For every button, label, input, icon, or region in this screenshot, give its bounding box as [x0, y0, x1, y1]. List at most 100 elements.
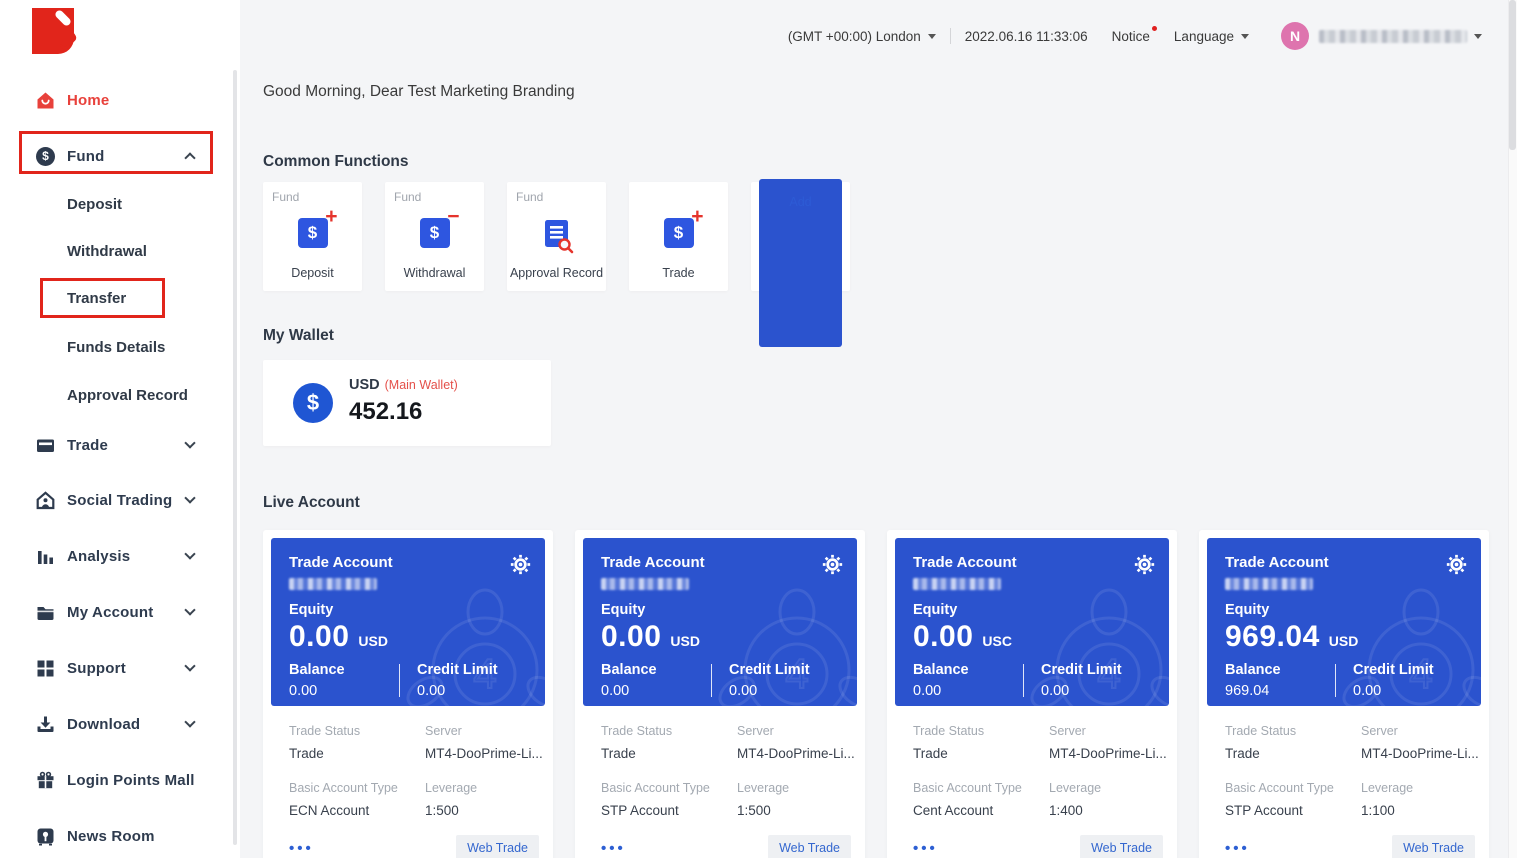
sidebar-item-news-room[interactable]: News Room	[0, 818, 240, 854]
sidebar-item-login-points-mall[interactable]: Login Points Mall	[0, 762, 240, 798]
gear-icon[interactable]	[822, 554, 843, 578]
document-search-icon	[539, 218, 575, 259]
shortcut-card-withdrawal[interactable]: Fund $− Withdrawal	[385, 182, 484, 291]
balance-value: 0.00	[289, 683, 399, 699]
sidebar-item-trade[interactable]: Trade	[0, 427, 240, 463]
shortcut-card-deposit[interactable]: Fund $+ Deposit	[263, 182, 362, 291]
chevron-down-icon[interactable]	[184, 604, 195, 615]
live-account-card-1: Trade Account Equity 0.00 USD Balance0.0…	[263, 530, 553, 858]
credit-limit-value: 0.00	[417, 683, 527, 699]
live-account-card-2: Trade Account Equity 0.00 USD Balance0.0…	[575, 530, 865, 858]
gear-icon[interactable]	[1446, 554, 1467, 578]
chevron-down-icon[interactable]	[184, 437, 195, 448]
balance-value: 0.00	[601, 683, 711, 699]
sidebar-item-home[interactable]: Home	[0, 82, 240, 118]
sidebar-item-fund[interactable]: $ Fund	[0, 138, 240, 174]
credit-limit-value: 0.00	[1353, 683, 1463, 699]
server-value: MT4-DooPrime-Li...	[425, 746, 553, 761]
dollar-plus-icon: $+	[298, 218, 328, 248]
dollar-minus-icon: $−	[420, 218, 450, 248]
trade-account-title: Trade Account	[289, 554, 527, 571]
leverage-value: 1:500	[737, 803, 865, 818]
page-scrollbar-thumb[interactable]	[1509, 0, 1516, 150]
live-account-row: Trade Account Equity 0.00 USD Balance0.0…	[263, 530, 1489, 858]
web-trade-button[interactable]: Web Trade	[456, 835, 539, 858]
web-trade-button[interactable]: Web Trade	[1392, 835, 1475, 858]
doo-prime-logo[interactable]	[27, 8, 83, 60]
equity-currency: USD	[358, 633, 388, 649]
shortcut-card-trade[interactable]: $+ Trade	[629, 182, 728, 291]
chevron-down-icon[interactable]	[184, 492, 195, 503]
main-content: Good Morning, Dear Test Marketing Brandi…	[240, 0, 1508, 858]
section-title-common-functions: Common Functions	[263, 153, 409, 171]
page-scrollbar[interactable]	[1508, 0, 1517, 858]
gift-icon	[36, 771, 55, 790]
account-number-redacted	[601, 578, 689, 590]
section-title-my-wallet: My Wallet	[263, 327, 334, 345]
equity-currency: USC	[982, 633, 1012, 649]
analysis-icon	[36, 547, 55, 566]
trade-icon	[36, 436, 55, 455]
social-trading-icon	[36, 491, 55, 510]
server-value: MT4-DooPrime-Li...	[737, 746, 865, 761]
equity-currency: USD	[1329, 633, 1359, 649]
support-icon	[36, 659, 55, 678]
shortcut-card-add[interactable]: + Add	[751, 182, 850, 291]
leverage-value: 1:500	[425, 803, 553, 818]
balance-value: 0.00	[913, 683, 1023, 699]
wallet-currency: USD	[349, 377, 380, 393]
server-value: MT4-DooPrime-Li...	[1049, 746, 1177, 761]
dollar-plus-icon: $+	[664, 218, 694, 248]
more-actions-dots[interactable]: •••	[289, 840, 314, 857]
trade-account-title: Trade Account	[1225, 554, 1463, 571]
leverage-value: 1:100	[1361, 803, 1489, 818]
account-number-redacted	[289, 578, 377, 590]
more-actions-dots[interactable]: •••	[1225, 840, 1250, 857]
trade-status-value: Trade	[913, 746, 1049, 761]
credit-limit-value: 0.00	[729, 683, 839, 699]
greeting-text: Good Morning, Dear Test Marketing Brandi…	[263, 83, 575, 101]
account-type-value: STP Account	[1225, 803, 1361, 818]
common-functions-row: Fund $+ Deposit Fund $− Withdrawal Fund	[263, 182, 850, 291]
equity-value: 0.00	[913, 620, 973, 654]
dollar-circle-icon: $	[293, 383, 333, 423]
trade-status-value: Trade	[601, 746, 737, 761]
equity-currency: USD	[670, 633, 700, 649]
sidebar-item-support[interactable]: Support	[0, 650, 240, 686]
chevron-down-icon[interactable]	[184, 660, 195, 671]
trade-status-value: Trade	[1225, 746, 1361, 761]
chevron-up-icon[interactable]	[184, 152, 195, 163]
shortcut-card-approval-record[interactable]: Fund Approval Record	[507, 182, 606, 291]
account-type-value: ECN Account	[289, 803, 425, 818]
more-actions-dots[interactable]: •••	[913, 840, 938, 857]
web-trade-button[interactable]: Web Trade	[768, 835, 851, 858]
gear-icon[interactable]	[510, 554, 531, 578]
equity-value: 0.00	[601, 620, 661, 654]
sidebar-item-transfer[interactable]: Transfer	[0, 280, 240, 316]
sidebar-item-funds-details[interactable]: Funds Details	[0, 329, 240, 365]
server-value: MT4-DooPrime-Li...	[1361, 746, 1489, 761]
sidebar-item-social-trading[interactable]: Social Trading	[0, 482, 240, 518]
chevron-down-icon[interactable]	[184, 548, 195, 559]
sidebar-item-withdrawal[interactable]: Withdrawal	[0, 233, 240, 269]
live-account-card-3: Trade Account Equity 0.00 USC Balance0.0…	[887, 530, 1177, 858]
sidebar-item-deposit[interactable]: Deposit	[0, 186, 240, 222]
sidebar-item-approval-record[interactable]: Approval Record	[0, 377, 240, 413]
gear-icon[interactable]	[1134, 554, 1155, 578]
account-number-redacted	[1225, 578, 1313, 590]
wallet-card: $ USD(Main Wallet) 452.16	[263, 360, 551, 446]
sidebar-item-my-account[interactable]: My Account	[0, 594, 240, 630]
download-icon	[36, 715, 55, 734]
more-actions-dots[interactable]: •••	[601, 840, 626, 857]
sidebar-scrollbar[interactable]	[233, 70, 237, 845]
equity-value: 0.00	[289, 620, 349, 654]
sidebar-item-analysis[interactable]: Analysis	[0, 538, 240, 574]
sidebar-item-download[interactable]: Download	[0, 706, 240, 742]
sidebar-item-label: Home	[67, 92, 109, 109]
sidebar: Home $ Fund Deposit Withdrawal Transfer …	[0, 0, 240, 858]
my-account-icon	[36, 603, 55, 622]
web-trade-button[interactable]: Web Trade	[1080, 835, 1163, 858]
sidebar-item-label: Fund	[67, 148, 104, 165]
wallet-amount: 452.16	[349, 398, 422, 426]
chevron-down-icon[interactable]	[184, 716, 195, 727]
